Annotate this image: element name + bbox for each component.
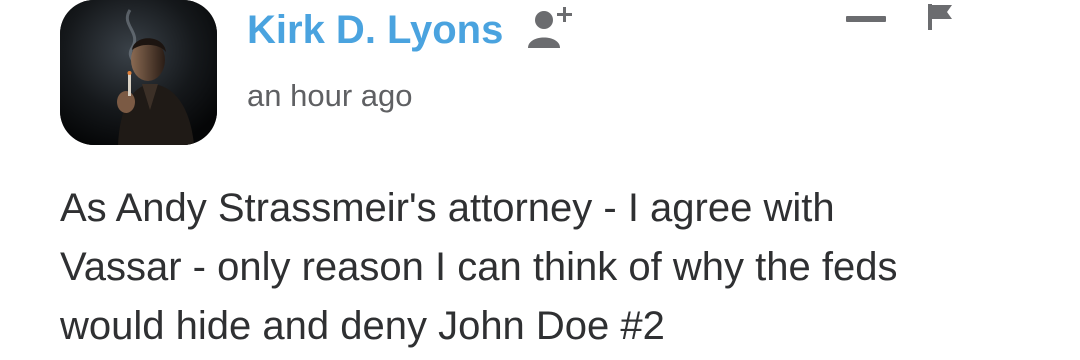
comment-body-line: As Andy Strassmeir's attorney - I agree … [60,186,835,230]
minus-icon[interactable] [846,12,886,26]
comment-body-line: Vassar - only reason I can think of why … [60,245,898,289]
avatar[interactable] [60,0,217,145]
flag-icon[interactable] [926,2,958,32]
comment-body-line: would hide and deny John Doe #2 [60,304,665,348]
comment-body: As Andy Strassmeir's attorney - I agree … [60,179,1060,356]
avatar-image [60,0,217,145]
timestamp: an hour ago [247,78,413,113]
comment-card: Kirk D. Lyons an hour ago As Andy Strass… [0,0,1080,360]
author-name[interactable]: Kirk D. Lyons [247,7,503,53]
add-user-icon[interactable] [524,4,580,50]
